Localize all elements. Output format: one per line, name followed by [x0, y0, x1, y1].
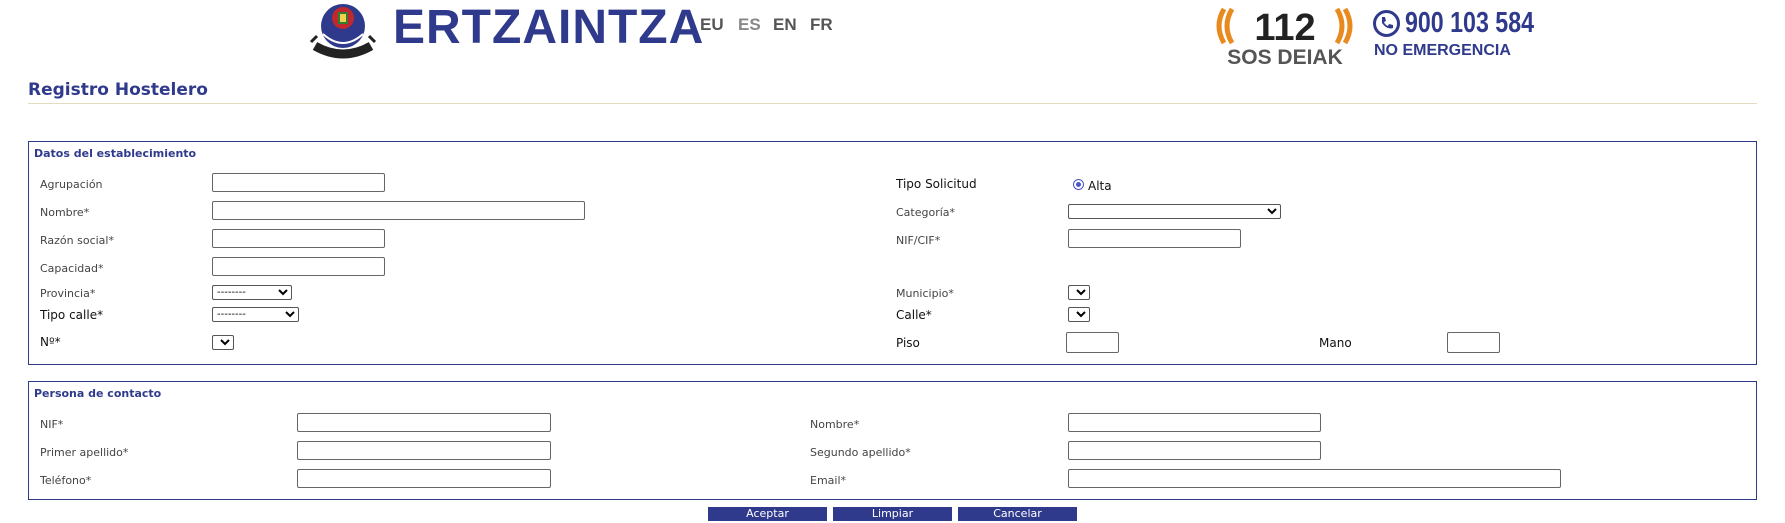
brand-name: ERTZAINTZA — [393, 1, 705, 54]
email-label: Email* — [810, 474, 847, 487]
calle-label: Calle* — [896, 308, 932, 322]
contact-nif-label: NIF* — [40, 418, 64, 431]
nombre-input[interactable] — [212, 201, 585, 220]
razon-social-input[interactable] — [212, 229, 385, 248]
tipo-solicitud-alta-label: Alta — [1088, 179, 1112, 193]
numero-label: Nº* — [40, 335, 61, 349]
lang-en-link[interactable]: EN — [773, 15, 797, 35]
establishment-legend: Datos del establecimiento — [34, 147, 197, 160]
cancel-button[interactable]: Cancelar — [958, 507, 1077, 521]
agrupacion-input[interactable] — [212, 173, 385, 192]
telefono-input[interactable] — [297, 469, 551, 488]
lang-es-link[interactable]: ES — [738, 15, 761, 35]
capacidad-label: Capacidad* — [40, 262, 104, 275]
calle-select[interactable] — [1068, 307, 1090, 322]
phone-label: NO EMERGENCIA — [1374, 42, 1511, 59]
municipio-select[interactable] — [1068, 285, 1090, 300]
piso-input[interactable] — [1066, 332, 1119, 353]
tipo-solicitud-label: Tipo Solicitud — [896, 177, 977, 191]
ertzaintza-emblem-logo — [309, 2, 377, 62]
mano-input[interactable] — [1447, 332, 1500, 353]
contact-nombre-label: Nombre* — [810, 418, 860, 431]
capacidad-input[interactable] — [212, 257, 385, 276]
contact-legend: Persona de contacto — [34, 387, 162, 400]
accept-button[interactable]: Aceptar — [708, 507, 827, 521]
provincia-label: Provincia* — [40, 287, 96, 300]
phone-icon — [1373, 10, 1400, 37]
email-input[interactable] — [1068, 469, 1561, 488]
mano-label: Mano — [1319, 336, 1352, 350]
provincia-select[interactable]: -------- — [212, 285, 292, 300]
nombre-label: Nombre* — [40, 206, 90, 219]
nif-cif-label: NIF/CIF* — [896, 234, 941, 247]
tipo-solicitud-alta-radio[interactable] — [1073, 179, 1084, 190]
piso-label: Piso — [896, 336, 920, 350]
sos-label: SOS DEIAK — [1227, 46, 1343, 67]
sos-112-logo: 112 SOS DEIAK — [1212, 5, 1357, 69]
primer-apellido-label: Primer apellido* — [40, 446, 129, 459]
tipo-calle-label: Tipo calle* — [40, 308, 104, 322]
segundo-apellido-label: Segundo apellido* — [810, 446, 911, 459]
telefono-label: Teléfono* — [40, 474, 92, 487]
lang-fr-link[interactable]: FR — [810, 15, 833, 35]
clear-button[interactable]: Limpiar — [833, 507, 952, 521]
segundo-apellido-input[interactable] — [1068, 441, 1321, 460]
contact-nombre-input[interactable] — [1068, 413, 1321, 432]
page-title: Registro Hostelero — [28, 80, 208, 100]
phone-number: 900 103 584 — [1405, 7, 1535, 39]
title-divider — [28, 103, 1757, 104]
lang-eu-link[interactable]: EU — [700, 15, 724, 35]
tipo-calle-select[interactable]: -------- — [212, 307, 299, 322]
razon-social-label: Razón social* — [40, 234, 114, 247]
categoria-label: Categoría* — [896, 206, 956, 219]
contact-nif-input[interactable] — [297, 413, 551, 432]
municipio-label: Municipio* — [896, 287, 954, 300]
nif-cif-input[interactable] — [1068, 229, 1241, 248]
agrupacion-label: Agrupación — [40, 178, 103, 191]
categoria-select[interactable] — [1068, 204, 1281, 219]
primer-apellido-input[interactable] — [297, 441, 551, 460]
sos-number: 112 — [1254, 7, 1315, 49]
numero-select[interactable] — [212, 335, 234, 350]
